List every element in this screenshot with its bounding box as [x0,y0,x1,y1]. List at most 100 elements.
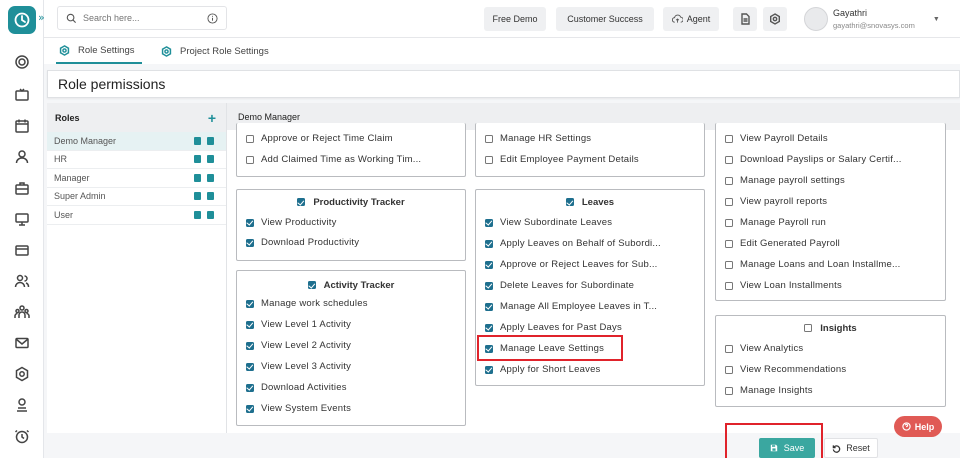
permission-item[interactable]: Approve or Reject Leaves for Sub... [485,259,658,270]
delete-icon[interactable] [207,210,214,219]
users-icon[interactable] [12,271,32,291]
permission-item[interactable]: Apply Leaves on Behalf of Subordi... [485,238,661,249]
checkbox[interactable] [725,197,733,206]
save-button[interactable]: Save [759,438,815,458]
checkbox[interactable] [485,239,493,248]
checkbox[interactable] [485,218,493,227]
permission-item[interactable]: View System Events [246,403,351,414]
checkbox[interactable] [485,302,493,311]
checkbox[interactable] [246,299,254,308]
copy-icon[interactable] [194,155,201,164]
checkbox[interactable] [246,404,254,413]
checkbox[interactable] [485,323,493,332]
permission-item[interactable]: Manage All Employee Leaves in T... [485,301,657,312]
customer-success-button[interactable]: Customer Success [556,7,654,31]
permission-item[interactable]: View Level 2 Activity [246,340,351,351]
permission-item[interactable]: Manage work schedules [246,298,368,309]
permission-item[interactable]: View Payroll Details [725,133,828,144]
section-title[interactable]: Insights [716,316,945,340]
permission-item[interactable]: View Loan Installments [725,280,842,291]
delete-icon[interactable] [207,173,214,182]
permission-item[interactable]: Manage Insights [725,385,813,396]
permission-item[interactable]: Apply for Short Leaves [485,364,601,375]
checkbox[interactable] [246,362,254,371]
section-title[interactable]: Leaves [476,190,704,214]
card-icon[interactable] [12,240,32,260]
checkbox[interactable] [485,365,493,374]
permission-item[interactable]: View payroll reports [725,196,827,207]
permission-item[interactable]: Add Claimed Time as Working Tim... [246,154,421,165]
mail-icon[interactable] [12,333,32,353]
dashboard-icon[interactable] [12,52,32,72]
checkbox[interactable] [297,198,306,206]
permission-item[interactable]: Edit Generated Payroll [725,238,840,249]
checkbox[interactable] [725,155,733,164]
permission-item[interactable]: View Productivity [246,217,337,228]
user-icon[interactable] [12,147,32,167]
briefcase-icon[interactable] [12,178,32,198]
checkbox[interactable] [246,383,254,392]
permission-item[interactable]: Delete Leaves for Subordinate [485,280,634,291]
checkbox[interactable] [725,239,733,248]
permission-item[interactable]: Approve or Reject Time Claim [246,133,393,144]
permission-item[interactable]: Download Activities [246,382,347,393]
settings-gear-icon[interactable] [763,7,787,31]
role-item-super-admin[interactable]: Super Admin [47,188,226,206]
user-menu[interactable]: Gayathri gayathri@snovasys.com ▼ [804,2,940,36]
role-item-hr[interactable]: HR [47,151,226,169]
checkbox[interactable] [246,238,254,247]
checkbox[interactable] [565,198,574,206]
help-button[interactable]: Help [894,416,942,437]
checkbox[interactable] [485,260,493,269]
permission-item[interactable]: View Analytics [725,343,803,354]
delete-icon[interactable] [207,155,214,164]
permission-item[interactable]: Manage payroll settings [725,175,845,186]
checkbox[interactable] [246,320,254,329]
permission-item[interactable]: View Level 1 Activity [246,319,351,330]
checkbox[interactable] [307,281,316,289]
permission-item[interactable]: Edit Employee Payment Details [485,154,639,165]
agent-button[interactable]: Agent [663,7,719,31]
clock-icon[interactable] [12,426,32,446]
role-item-user[interactable]: User [47,206,226,225]
checkbox[interactable] [246,341,254,350]
copy-icon[interactable] [194,210,201,219]
reset-button[interactable]: Reset [824,438,878,458]
checkbox[interactable] [725,134,733,143]
tab-role-settings[interactable]: Role Settings [56,38,142,64]
checkbox[interactable] [725,260,733,269]
permission-item[interactable]: Manage Loans and Loan Installme... [725,259,901,270]
checkbox[interactable] [246,218,254,227]
copy-icon[interactable] [194,173,201,182]
permission-item[interactable]: Download Productivity [246,237,359,248]
checkbox[interactable] [725,386,733,395]
role-item-manager[interactable]: Manager [47,169,226,188]
permission-item[interactable]: Manage HR Settings [485,133,591,144]
tab-project-role-settings[interactable]: Project Role Settings [161,38,269,64]
badge-icon[interactable] [12,395,32,415]
permission-item[interactable]: Manage Payroll run [725,217,826,228]
free-demo-button[interactable]: Free Demo [484,7,546,31]
checkbox[interactable] [725,344,733,353]
document-icon[interactable] [733,7,757,31]
monitor-icon[interactable] [12,209,32,229]
team-icon[interactable] [12,302,32,322]
chevron-down-icon[interactable]: ▼ [933,16,940,23]
copy-icon[interactable] [194,136,201,145]
section-title[interactable]: Productivity Tracker [237,190,465,214]
permission-item[interactable]: View Subordinate Leaves [485,217,612,228]
delete-icon[interactable] [207,136,214,145]
checkbox[interactable] [246,134,254,143]
search-input[interactable] [83,13,183,23]
role-item-demo-manager[interactable]: Demo Manager [47,132,226,151]
checkbox[interactable] [485,281,493,290]
permission-item[interactable]: View Recommendations [725,364,846,375]
checkbox[interactable] [485,155,493,164]
checkbox[interactable] [725,281,733,290]
checkbox[interactable] [725,176,733,185]
section-title[interactable]: Activity Tracker [237,271,465,299]
tv-icon[interactable] [12,85,32,105]
permission-item[interactable]: View Level 3 Activity [246,361,351,372]
checkbox[interactable] [725,218,733,227]
app-logo-icon[interactable] [8,6,36,34]
